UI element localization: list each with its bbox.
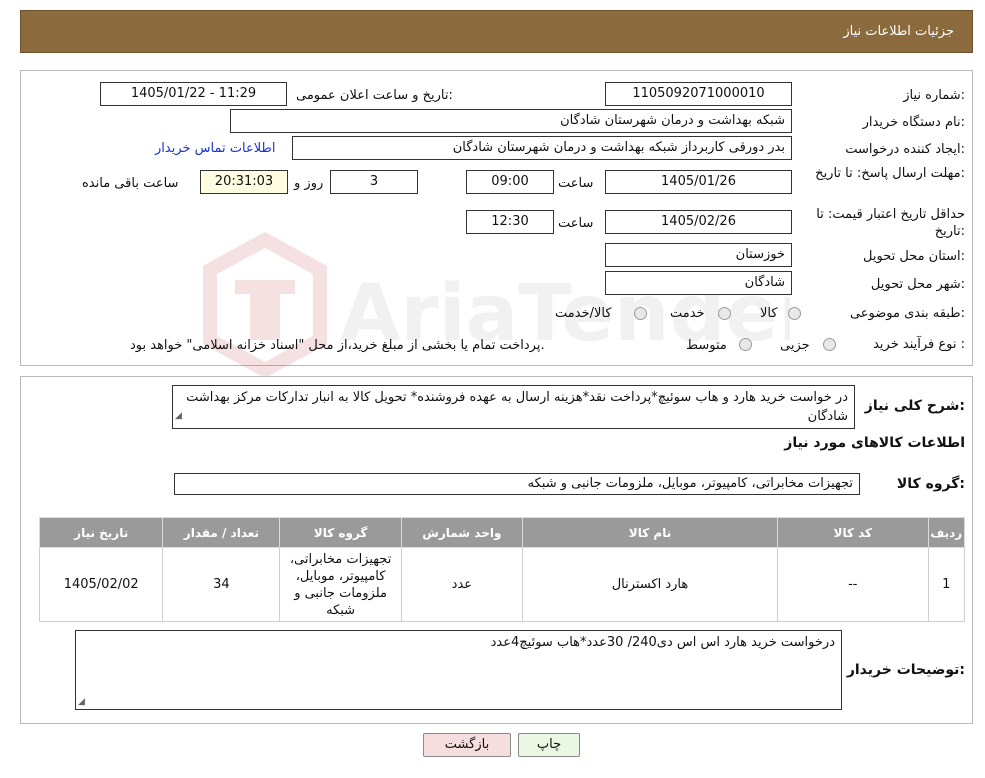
city-field: شادگان — [605, 271, 792, 295]
cell-need-date: 1405/02/02 — [38, 547, 164, 622]
header-item-code: کد کالا — [777, 517, 929, 548]
header-goods-group: گروه کالا — [279, 517, 402, 548]
category-radio-goods-service[interactable] — [634, 307, 647, 320]
items-table: ردیف کد کالا نام کالا واحد شمارش گروه کا… — [38, 517, 966, 622]
buyer-org-label: نام دستگاه خریدار: — [862, 115, 965, 130]
province-label: استان محل تحویل: — [863, 249, 965, 264]
goods-group-field: تجهیزات مخابراتی، کامپیوتر، موبایل، ملزو… — [174, 473, 860, 495]
cell-item-name: هارد اکسترنال — [521, 547, 779, 622]
validity-time-field: 12:30 — [466, 210, 554, 234]
remaining-time-label: ساعت باقی مانده — [82, 176, 179, 191]
buyer-contact-link[interactable]: اطلاعات تماس خریدار — [155, 141, 275, 156]
buyer-notes-field: درخواست خرید هارد اس اس دی240/ 30عدد*هاب… — [75, 630, 842, 710]
header-item-name: نام کالا — [521, 517, 779, 548]
need-number-field: 1105092071000010 — [605, 82, 792, 106]
process-radio-medium[interactable] — [739, 338, 752, 351]
table-row: 1 -- هارد اکسترنال عدد تجهیزات مخابراتی،… — [38, 547, 966, 622]
deadline-time-field: 09:00 — [466, 170, 554, 194]
deadline-label: مهلت ارسال پاسخ: تا تاریخ: — [815, 166, 965, 181]
header-row-number: ردیف — [927, 517, 966, 548]
process-label: نوع فرآیند خرید : — [873, 337, 965, 352]
header-quantity: تعداد / مقدار — [162, 517, 281, 548]
process-option-medium: متوسط — [686, 338, 727, 353]
resize-handle-icon[interactable]: ◢ — [78, 697, 85, 707]
need-number-label: شماره نیاز: — [903, 88, 965, 103]
process-radio-minor[interactable] — [823, 338, 836, 351]
creator-label: ایجاد کننده درخواست: — [845, 142, 965, 157]
buyer-notes-label: توضیحات خریدار: — [846, 662, 965, 678]
category-option-goods-service: کالا/خدمت — [555, 306, 612, 321]
description-text: در خواست خرید هارد و هاب سوئیچ*پرداخت نق… — [186, 390, 848, 424]
remaining-days-field: 3 — [330, 170, 418, 194]
remaining-time-field: 20:31:03 — [200, 170, 288, 194]
cell-row-number: 1 — [927, 547, 966, 622]
table-header-row: ردیف کد کالا نام کالا واحد شمارش گروه کا… — [38, 517, 966, 548]
cell-quantity: 34 — [162, 547, 281, 622]
process-option-minor: جزیی — [780, 338, 810, 353]
header-unit: واحد شمارش — [400, 517, 523, 548]
category-label: طبقه بندی موضوعی: — [849, 306, 965, 321]
validity-label: حداقل تاریخ اعتبار قیمت: تا تاریخ: — [816, 207, 965, 239]
process-payment-note: پرداخت تمام یا بخشی از مبلغ خرید،از محل … — [130, 338, 545, 353]
category-radio-service[interactable] — [718, 307, 731, 320]
items-section-title: اطلاعات کالاهای مورد نیاز — [784, 435, 965, 451]
deadline-time-label: ساعت — [558, 176, 594, 191]
cell-goods-group: تجهیزات مخابراتی، کامپیوتر، موبایل، ملزو… — [279, 547, 402, 622]
header-need-date: تاریخ نیاز — [38, 517, 164, 548]
category-option-service: خدمت — [670, 306, 705, 321]
page-title: جزئیات اطلاعات نیاز — [843, 24, 954, 39]
goods-group-label: گروه کالا: — [896, 476, 965, 492]
resize-handle-icon[interactable]: ◢ — [175, 407, 182, 426]
announce-datetime-field: 1405/01/22 - 11:29 — [100, 82, 287, 106]
description-label: شرح کلی نیاز: — [864, 398, 965, 414]
buyer-org-field: شبکه بهداشت و درمان شهرستان شادگان — [230, 109, 792, 133]
category-option-goods: کالا — [760, 306, 778, 321]
description-field: در خواست خرید هارد و هاب سوئیچ*پرداخت نق… — [172, 385, 855, 429]
validity-date-field: 1405/02/26 — [605, 210, 792, 234]
city-label: شهر محل تحویل: — [870, 277, 965, 292]
buyer-notes-text: درخواست خرید هارد اس اس دی240/ 30عدد*هاب… — [490, 635, 835, 650]
validity-time-label: ساعت — [558, 216, 594, 231]
deadline-date-field: 1405/01/26 — [605, 170, 792, 194]
announce-label: تاریخ و ساعت اعلان عمومی: — [296, 88, 453, 103]
back-button[interactable]: بازگشت — [423, 733, 511, 757]
page-header: جزئیات اطلاعات نیاز — [20, 10, 973, 53]
cell-unit: عدد — [400, 547, 523, 622]
print-button[interactable]: چاپ — [518, 733, 580, 757]
creator-field: بدر دورقی کاربرداز شبکه بهداشت و درمان ش… — [292, 136, 792, 160]
category-radio-goods[interactable] — [788, 307, 801, 320]
days-label: روز و — [294, 176, 324, 191]
province-field: خوزستان — [605, 243, 792, 267]
cell-item-code: -- — [777, 547, 929, 622]
